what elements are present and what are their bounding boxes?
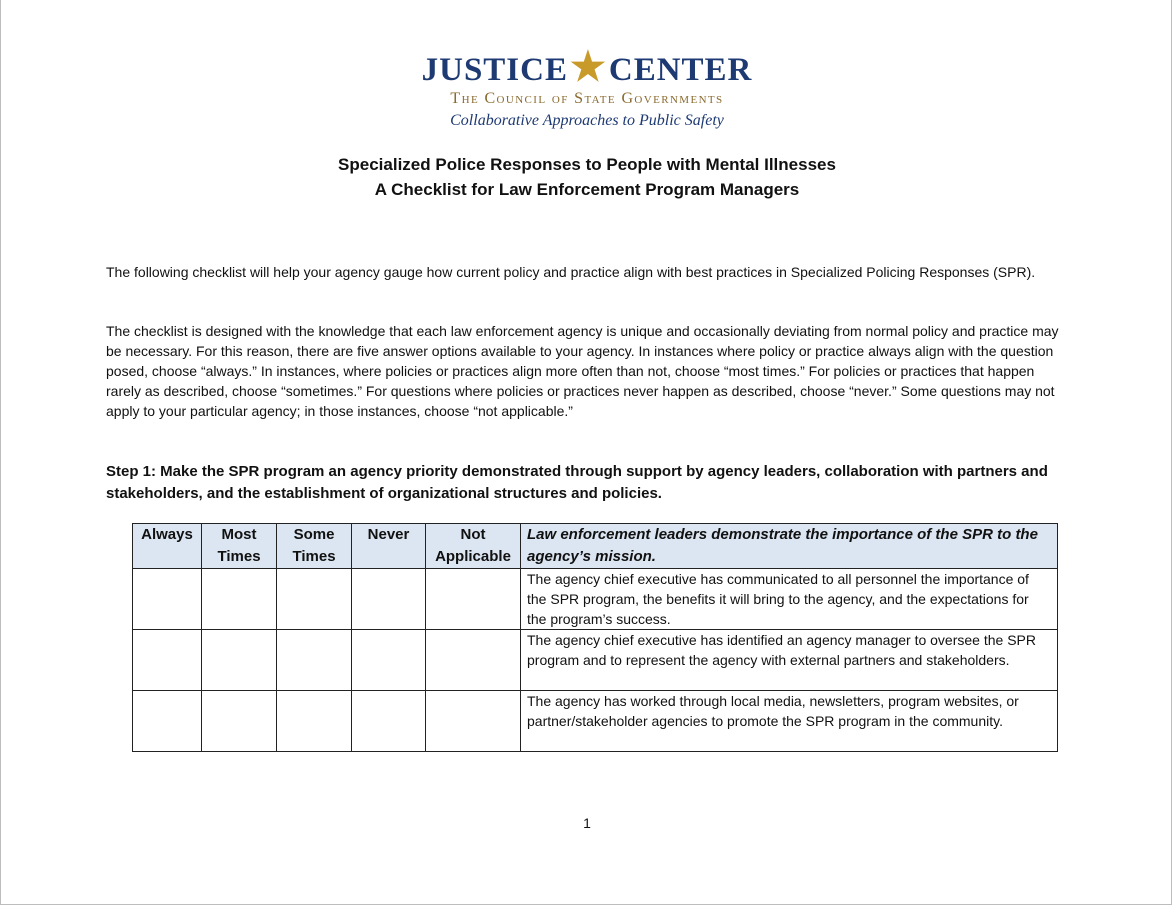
document-title: Specialized Police Responses to People w…: [0, 152, 1174, 202]
answer-cell-never[interactable]: [351, 629, 426, 691]
question-group-header: Law enforcement leaders demonstrate the …: [520, 523, 1058, 569]
column-header-never: Never: [351, 523, 426, 569]
document-page: [0, 0, 1172, 905]
column-header-always: Always: [132, 523, 202, 569]
logo-subtitle: The Council of State Governments: [450, 90, 724, 107]
answer-cell-some-times[interactable]: [276, 568, 352, 630]
justice-center-logo: JUSTICE ★ CENTER: [0, 44, 1174, 90]
question-text: The agency has worked through local medi…: [520, 690, 1058, 752]
column-header-some-times: Some Times: [276, 523, 352, 569]
table-row: The agency chief executive has communica…: [132, 568, 1058, 630]
question-text: The agency chief executive has communica…: [520, 568, 1058, 630]
question-text: The agency chief executive has identifie…: [520, 629, 1058, 691]
answer-cell-some-times[interactable]: [276, 629, 352, 691]
logo-word-center: CENTER: [608, 51, 753, 88]
answer-cell-never[interactable]: [351, 690, 426, 752]
table-row: The agency has worked through local medi…: [132, 690, 1058, 752]
logo-tagline: Collaborative Approaches to Public Safet…: [450, 112, 724, 129]
answer-cell-always[interactable]: [132, 629, 202, 691]
title-line-1: Specialized Police Responses to People w…: [338, 155, 836, 174]
answer-cell-always[interactable]: [132, 568, 202, 630]
table-row: The agency chief executive has identifie…: [132, 629, 1058, 691]
column-header-most-times: Most Times: [201, 523, 277, 569]
step-1-heading: Step 1: Make the SPR program an agency p…: [106, 463, 1048, 502]
star-icon: ★: [570, 44, 607, 89]
title-line-2: A Checklist for Law Enforcement Program …: [374, 180, 800, 199]
answer-cell-most-times[interactable]: [201, 690, 277, 752]
intro-paragraph-1: The following checklist will help your a…: [106, 264, 1036, 280]
table-header-row: Always Most Times Some Times Never Not A…: [132, 523, 1058, 569]
logo-word-justice: JUSTICE: [421, 51, 568, 88]
answer-cell-always[interactable]: [132, 690, 202, 752]
answer-cell-most-times[interactable]: [201, 568, 277, 630]
checklist-table: Always Most Times Some Times Never Not A…: [132, 523, 1058, 752]
answer-cell-not-applicable[interactable]: [425, 690, 521, 752]
column-header-not-applicable: Not Applicable: [425, 523, 521, 569]
page-number: 1: [583, 815, 591, 831]
intro-paragraph-2: The checklist is designed with the knowl…: [106, 323, 1059, 419]
answer-cell-not-applicable[interactable]: [425, 568, 521, 630]
answer-cell-some-times[interactable]: [276, 690, 352, 752]
answer-cell-not-applicable[interactable]: [425, 629, 521, 691]
answer-cell-most-times[interactable]: [201, 629, 277, 691]
answer-cell-never[interactable]: [351, 568, 426, 630]
